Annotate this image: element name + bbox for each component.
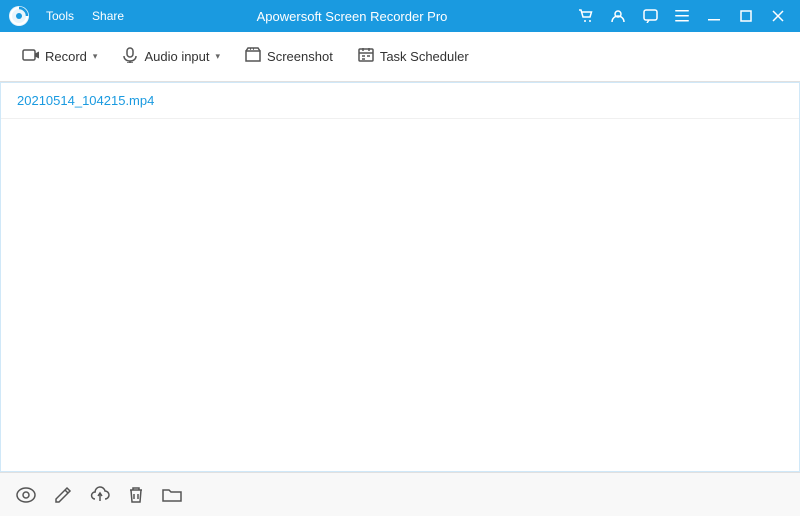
title-bar: Tools Share Apowersoft Screen Recorder P… [0, 0, 800, 32]
file-item[interactable]: 20210514_104215.mp4 [1, 83, 799, 119]
minimize-button[interactable] [700, 5, 728, 27]
menu-bar: Tools Share [38, 7, 132, 25]
record-button[interactable]: Record ▾ [12, 42, 107, 72]
user-icon[interactable] [604, 5, 632, 27]
app-title: Apowersoft Screen Recorder Pro [132, 9, 572, 24]
record-label: Record [45, 49, 87, 64]
task-scheduler-label: Task Scheduler [380, 49, 469, 64]
menu-tools[interactable]: Tools [38, 7, 82, 25]
audio-input-label: Audio input [144, 49, 209, 64]
chat-icon[interactable] [636, 5, 664, 27]
toolbar: Record ▾ Audio input ▾ Screenshot [0, 32, 800, 82]
bottom-bar [0, 472, 800, 516]
cart-icon[interactable] [572, 5, 600, 27]
maximize-button[interactable] [732, 5, 760, 27]
audio-icon [121, 47, 139, 67]
file-list: 20210514_104215.mp4 [1, 83, 799, 471]
folder-icon[interactable] [162, 487, 182, 503]
task-scheduler-button[interactable]: Task Scheduler [347, 41, 479, 73]
screenshot-label: Screenshot [267, 49, 333, 64]
window-controls [572, 5, 792, 27]
hamburger-menu-icon[interactable] [668, 5, 696, 27]
app-logo [8, 5, 30, 27]
record-icon [22, 48, 40, 66]
main-content: 20210514_104215.mp4 [0, 82, 800, 472]
audio-dropdown-arrow: ▾ [216, 51, 221, 62]
delete-icon[interactable] [128, 486, 144, 504]
cloud-upload-icon[interactable] [90, 486, 110, 503]
file-name[interactable]: 20210514_104215.mp4 [17, 93, 154, 108]
task-scheduler-icon [357, 47, 375, 67]
edit-icon[interactable] [54, 486, 72, 504]
close-button[interactable] [764, 5, 792, 27]
screenshot-icon [244, 47, 262, 67]
menu-share[interactable]: Share [84, 7, 132, 25]
audio-input-button[interactable]: Audio input ▾ [111, 41, 230, 73]
record-dropdown-arrow: ▾ [93, 51, 98, 62]
preview-icon[interactable] [16, 487, 36, 503]
screenshot-button[interactable]: Screenshot [234, 41, 343, 73]
